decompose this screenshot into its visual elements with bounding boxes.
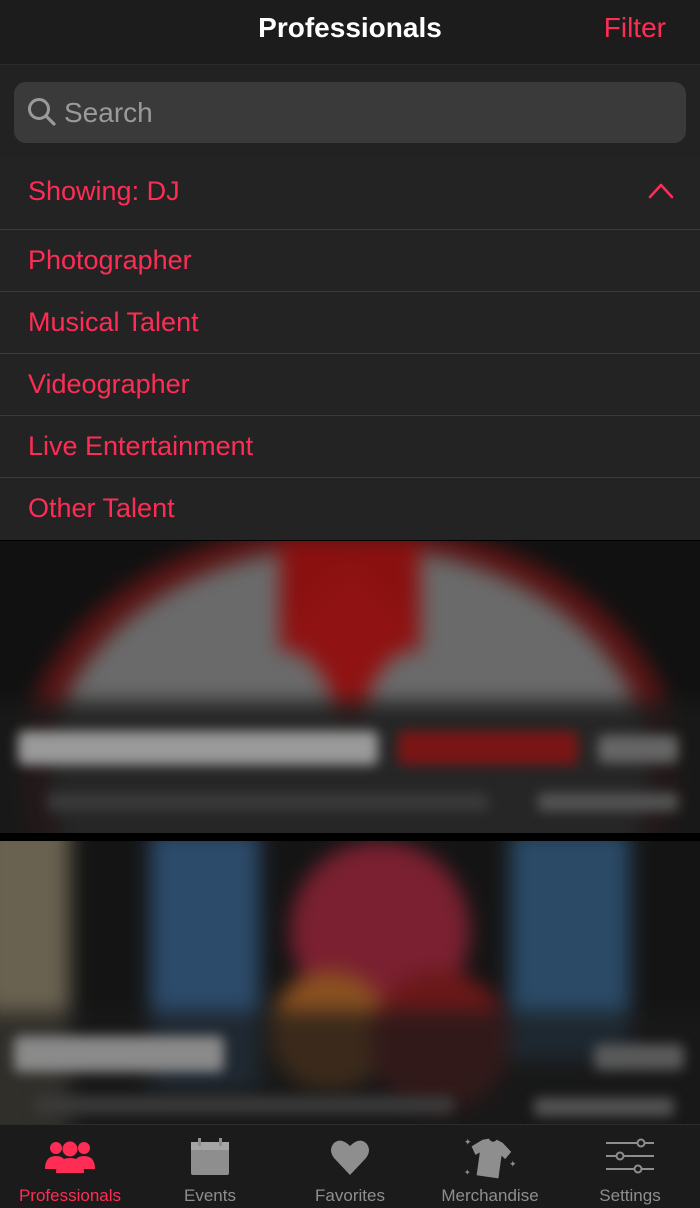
tab-events[interactable]: Events — [140, 1125, 280, 1208]
tab-label: Settings — [599, 1186, 661, 1205]
tab-favorites[interactable]: Favorites — [280, 1125, 420, 1208]
professional-card[interactable] — [0, 541, 700, 833]
tab-bar: Professionals Events Favorites ✦ ✦ ✦ Mer… — [0, 1124, 700, 1208]
category-option-label: Live Entertainment — [28, 431, 254, 461]
category-option-other-talent[interactable]: Other Talent — [0, 478, 700, 540]
svg-text:✦: ✦ — [464, 1168, 471, 1177]
shirt-icon: ✦ ✦ ✦ — [464, 1138, 517, 1179]
chevron-up-icon — [648, 183, 674, 199]
tab-label: Favorites — [315, 1186, 385, 1205]
tab-label: Professionals — [18, 1186, 122, 1205]
category-option-label: Musical Talent — [28, 307, 199, 337]
search-input[interactable] — [64, 82, 664, 143]
sliders-icon — [606, 1138, 654, 1174]
showing-category-label: Showing: DJ — [28, 176, 180, 206]
category-option-photographer[interactable]: Photographer — [0, 230, 700, 292]
search-bar — [0, 65, 700, 157]
category-option-musical-talent[interactable]: Musical Talent — [0, 292, 700, 354]
search-field[interactable] — [14, 82, 686, 143]
tab-label: Events — [184, 1186, 236, 1205]
professional-card[interactable] — [0, 841, 700, 1124]
people-icon — [45, 1141, 95, 1173]
tab-label: Merchandise — [441, 1186, 539, 1205]
navigation-bar: Professionals Filter — [0, 0, 700, 65]
tab-settings[interactable]: Settings — [560, 1125, 700, 1208]
calendar-icon — [191, 1138, 229, 1175]
category-dropdown-header[interactable]: Showing: DJ — [0, 157, 700, 230]
professionals-list — [0, 541, 700, 1124]
category-option-label: Videographer — [28, 369, 190, 399]
category-dropdown: Showing: DJ Photographer Musical Talent … — [0, 157, 700, 540]
filter-button[interactable]: Filter — [604, 12, 666, 44]
search-icon — [28, 98, 56, 126]
svg-text:✦: ✦ — [509, 1160, 517, 1170]
page-title: Professionals — [258, 12, 442, 43]
tab-merchandise[interactable]: ✦ ✦ ✦ Merchandise — [420, 1125, 560, 1208]
category-option-label: Photographer — [28, 245, 192, 275]
svg-text:✦: ✦ — [464, 1138, 472, 1148]
category-option-live-entertainment[interactable]: Live Entertainment — [0, 416, 700, 478]
category-option-videographer[interactable]: Videographer — [0, 354, 700, 416]
tab-professionals[interactable]: Professionals — [0, 1125, 140, 1208]
card-overlay-shapes — [18, 721, 678, 821]
card-overlay-shapes — [14, 1036, 684, 1124]
heart-icon — [331, 1140, 369, 1175]
category-option-label: Other Talent — [28, 493, 175, 523]
